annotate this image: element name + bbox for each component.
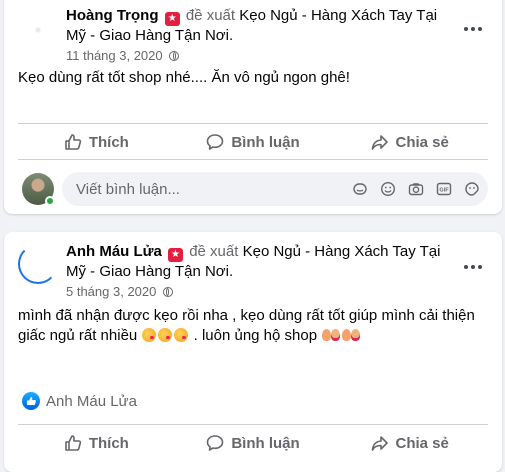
post-text: Kẹo dùng rất tốt shop nhé.... Ăn vô ngủ …	[18, 69, 350, 86]
comment-bubble-icon	[207, 435, 224, 451]
camera-icon[interactable]	[408, 181, 424, 197]
like-label: Thích	[88, 133, 129, 151]
comment-label: Bình luận	[231, 133, 300, 151]
divider	[18, 159, 488, 160]
recommend-verb: đề xuất	[189, 243, 239, 260]
like-button[interactable]: Thích	[18, 125, 175, 159]
comment-button[interactable]: Bình luận	[175, 426, 332, 460]
thumbs-up-icon	[65, 435, 81, 451]
author-avatar[interactable]	[18, 10, 58, 50]
couple-emoji-icon	[322, 328, 341, 342]
post-header: Hoàng Trọng ★ đề xuất Kẹo Ngủ - Hàng Xác…	[66, 6, 442, 64]
globe-icon	[169, 51, 180, 61]
post-text: mình đã nhận được kẹo rồi nha , kẹo dùng…	[18, 306, 482, 346]
kiss-emoji-icon	[174, 328, 189, 342]
recommend-verb: đề xuất	[185, 7, 236, 24]
share-arrow-icon	[371, 135, 388, 150]
svg-text:GIF: GIF	[439, 188, 449, 194]
reaction-summary[interactable]: Anh Máu Lửa	[22, 392, 137, 410]
post-meta: 11 tháng 3, 2020	[66, 48, 442, 64]
emoji-icon[interactable]	[380, 181, 396, 197]
author-name[interactable]: Anh Máu Lửa	[66, 243, 162, 260]
divider	[18, 123, 488, 124]
recommend-star-icon: ★	[164, 12, 180, 26]
author-name[interactable]: Hoàng Trọng	[66, 7, 159, 24]
gif-icon[interactable]: GIF	[436, 181, 452, 197]
post-date[interactable]: 5 tháng 3, 2020	[66, 284, 156, 299]
post-text-part: . luôn ủng hộ shop	[193, 327, 318, 344]
reactor-name: Anh Máu Lửa	[46, 392, 137, 410]
post-card: Hoàng Trọng ★ đề xuất Kẹo Ngủ - Hàng Xác…	[4, 0, 502, 214]
post-meta: 5 tháng 3, 2020	[66, 284, 442, 300]
sticker-icon[interactable]	[352, 181, 368, 197]
kiss-emoji-icon	[158, 328, 173, 342]
post-header: Anh Máu Lửa ★ đề xuất Kẹo Ngủ - Hàng Xác…	[66, 242, 442, 300]
share-arrow-icon	[371, 436, 388, 451]
divider	[18, 424, 488, 425]
recommend-star-icon: ★	[168, 248, 184, 262]
share-label: Chia sẻ	[395, 133, 449, 151]
like-reaction-icon	[22, 392, 40, 410]
comment-label: Bình luận	[231, 434, 300, 452]
share-button[interactable]: Chia sẻ	[331, 426, 488, 460]
comment-input-box[interactable]: GIF	[62, 172, 488, 206]
post-actions: Thích Bình luận Chia sẻ	[18, 125, 488, 159]
comment-button[interactable]: Bình luận	[175, 125, 332, 159]
kiss-emoji-icon	[142, 328, 157, 342]
current-user-avatar[interactable]	[22, 173, 55, 206]
post-card: Anh Máu Lửa ★ đề xuất Kẹo Ngủ - Hàng Xác…	[4, 232, 502, 472]
comment-composer: GIF	[22, 171, 488, 207]
post-date[interactable]: 11 tháng 3, 2020	[66, 48, 163, 63]
comment-bubble-icon	[207, 134, 224, 150]
online-status-dot	[45, 196, 55, 206]
thumbs-up-icon	[65, 134, 81, 150]
like-label: Thích	[88, 434, 129, 452]
globe-icon	[162, 287, 173, 297]
like-button[interactable]: Thích	[18, 426, 175, 460]
more-options-icon[interactable]	[462, 256, 486, 280]
share-button[interactable]: Chia sẻ	[331, 125, 488, 159]
share-label: Chia sẻ	[395, 434, 449, 452]
more-options-icon[interactable]	[462, 18, 486, 42]
author-avatar[interactable]	[18, 244, 58, 284]
sticker-face-icon[interactable]	[464, 181, 480, 197]
couple-emoji-icon	[342, 328, 361, 342]
post-actions: Thích Bình luận Chia sẻ	[18, 426, 488, 460]
comment-input[interactable]	[74, 179, 340, 199]
